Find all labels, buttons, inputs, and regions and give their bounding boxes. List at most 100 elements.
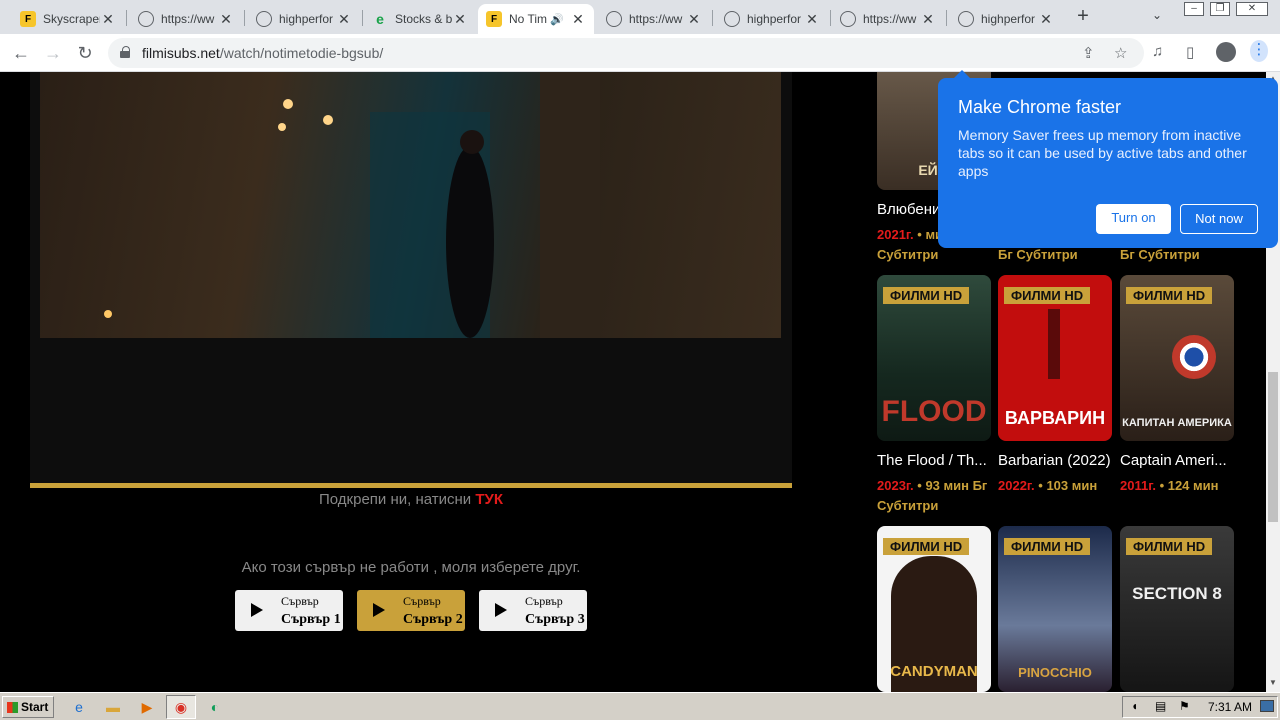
network-icon[interactable]: ▤ — [1155, 699, 1166, 713]
play-icon — [251, 603, 263, 617]
movie-title[interactable]: Barbarian (2022) — [998, 452, 1114, 469]
hd-badge: ФИЛМИ HD — [1004, 538, 1091, 555]
turn-on-button[interactable]: Turn on — [1096, 204, 1171, 234]
player-progress-bar — [30, 483, 792, 488]
folder-icon[interactable]: ▬ — [104, 698, 122, 716]
video-player[interactable] — [30, 72, 792, 488]
close-icon[interactable]: ✕ — [686, 11, 702, 28]
menu-kebab-icon[interactable]: ⋮ — [1250, 40, 1268, 62]
tab-highperfor-1[interactable]: highperfor ✕ — [248, 4, 360, 34]
movie-meta: Бг Субтитри — [1120, 247, 1200, 262]
tab-no-time-to-die[interactable]: F No Tim 🔊 ✕ — [478, 4, 594, 34]
close-icon[interactable]: ✕ — [336, 11, 352, 28]
tab-skyscraper[interactable]: F Skyscraper ✕ — [12, 4, 124, 34]
hd-badge: ФИЛМИ HD — [1004, 287, 1091, 304]
reload-icon[interactable]: ↻ — [74, 42, 96, 64]
edge-icon[interactable]: ◐ — [206, 698, 224, 716]
restore-button[interactable]: ❐ — [1210, 2, 1230, 16]
movie-meta: 2022г. • 103 мин — [998, 476, 1116, 496]
movie-card[interactable]: ФИЛМИ HD CANDYMAN — [877, 526, 991, 692]
speaker-icon[interactable]: 🔊 — [550, 13, 564, 26]
internet-explorer-icon[interactable]: e — [70, 698, 88, 716]
minimize-button[interactable]: – — [1184, 2, 1204, 16]
close-icon[interactable]: ✕ — [452, 11, 468, 28]
profile-avatar-icon[interactable] — [1216, 42, 1236, 62]
close-icon[interactable]: ✕ — [570, 11, 586, 28]
movie-card[interactable]: ФИЛМИ HD КАПИТАН АМЕРИКА — [1120, 275, 1234, 441]
support-text: Подкрепи ни, натисни ТУК — [30, 491, 792, 508]
skyscraper-favicon-icon: F — [20, 11, 36, 27]
tab-separator — [244, 10, 245, 26]
start-button[interactable]: Start — [2, 696, 54, 718]
movie-card[interactable]: ФИЛМИ HD PINOCCHIO — [998, 526, 1112, 692]
share-icon[interactable]: ⇪ — [1082, 44, 1095, 62]
poster-text: FLOOD — [881, 395, 987, 428]
movie-title[interactable]: Captain Ameri... — [1120, 452, 1236, 469]
windows-taskbar: Start e ▬ ▶ ◉ ◐ ◖ ▤ ⚑ 7:31 AM — [0, 692, 1280, 720]
popup-title: Make Chrome faster — [958, 97, 1122, 117]
scroll-thumb[interactable] — [1268, 372, 1278, 522]
not-now-button[interactable]: Not now — [1180, 204, 1258, 234]
tab-title: Skyscraper — [43, 12, 100, 26]
movie-title[interactable]: The Flood / Th... — [877, 452, 993, 469]
tab-https-3[interactable]: https://ww ✕ — [832, 4, 944, 34]
poster-text: CANDYMAN — [890, 663, 978, 680]
close-icon[interactable]: ✕ — [920, 11, 936, 28]
movie-year: 2022г. — [998, 478, 1035, 493]
server-3-button[interactable]: Сървър Сървър 3 — [479, 590, 587, 631]
movie-year: 2011г. — [1120, 478, 1156, 493]
movie-year: 2021г. — [877, 227, 914, 242]
chrome-icon[interactable]: ◉ — [166, 695, 196, 719]
stocks-favicon-icon: e — [376, 11, 384, 27]
close-window-button[interactable]: ✕ — [1236, 2, 1268, 16]
movie-card[interactable]: ФИЛМИ HD FLOOD — [877, 275, 991, 441]
show-desktop-icon[interactable] — [1260, 700, 1274, 712]
tab-search-chevron-icon[interactable]: ⌄ — [1152, 8, 1162, 22]
server-1-button[interactable]: Сървър Сървър 1 — [235, 590, 343, 631]
movie-card[interactable]: ФИЛМИ HD ВАРВАРИН — [998, 275, 1112, 441]
flag-icon[interactable]: ⚑ — [1179, 699, 1190, 713]
hd-badge: ФИЛМИ HD — [883, 538, 970, 555]
back-icon[interactable]: ← — [10, 42, 32, 64]
skyscraper-favicon-icon: F — [486, 11, 502, 27]
movie-extra: • 124 мин — [1159, 478, 1219, 493]
tab-highperfor-2[interactable]: highperfor ✕ — [716, 4, 828, 34]
tab-stocks[interactable]: e Stocks & bo ✕ — [364, 4, 476, 34]
movie-year: 2023г. — [877, 478, 914, 493]
poster-text: SECTION 8 — [1132, 584, 1222, 603]
close-icon[interactable]: ✕ — [1038, 11, 1054, 28]
support-link[interactable]: ТУК — [475, 491, 503, 508]
choose-server-text: Ако този сървър не работи , моля изберет… — [241, 559, 581, 576]
tab-highperfor-3[interactable]: highperfor ✕ — [950, 4, 1062, 34]
poster-figure — [1048, 309, 1060, 379]
tab-separator — [946, 10, 947, 26]
tab-separator — [362, 10, 363, 26]
side-panel-icon[interactable]: ▯ — [1186, 43, 1194, 61]
play-icon — [495, 603, 507, 617]
bookmark-star-icon[interactable]: ☆ — [1114, 44, 1127, 62]
clock[interactable]: 7:31 AM — [1208, 700, 1252, 714]
tab-separator — [126, 10, 127, 26]
close-icon[interactable]: ✕ — [804, 11, 820, 28]
shield-icon — [1172, 335, 1216, 379]
video-frame[interactable] — [40, 72, 781, 338]
server-2-button[interactable]: Сървър Сървър 2 — [357, 590, 465, 631]
poster-text: PINOCCHIO — [1018, 665, 1092, 680]
media-player-icon[interactable]: ▶ — [138, 698, 156, 716]
scroll-down-arrow-icon[interactable]: ▼ — [1266, 678, 1280, 687]
media-control-icon[interactable]: ♫ — [1152, 43, 1163, 60]
forward-icon[interactable]: → — [42, 42, 64, 64]
play-icon — [373, 603, 385, 617]
volume-icon[interactable]: ◖ — [1131, 699, 1138, 713]
tab-title: https://ww — [863, 12, 917, 26]
close-icon[interactable]: ✕ — [100, 11, 116, 28]
url-text[interactable]: filmisubs.net/watch/notimetodie-bgsub/ — [142, 45, 383, 61]
new-tab-button[interactable]: + — [1072, 6, 1094, 28]
lock-icon[interactable] — [120, 46, 130, 58]
tab-https-2[interactable]: https://ww ✕ — [598, 4, 710, 34]
tab-https-1[interactable]: https://ww ✕ — [130, 4, 242, 34]
close-icon[interactable]: ✕ — [218, 11, 234, 28]
movie-card[interactable]: ФИЛМИ HD SECTION 8 — [1120, 526, 1234, 692]
address-bar[interactable]: filmisubs.net/watch/notimetodie-bgsub/ ⇪… — [108, 38, 1144, 68]
globe-icon — [958, 11, 974, 27]
